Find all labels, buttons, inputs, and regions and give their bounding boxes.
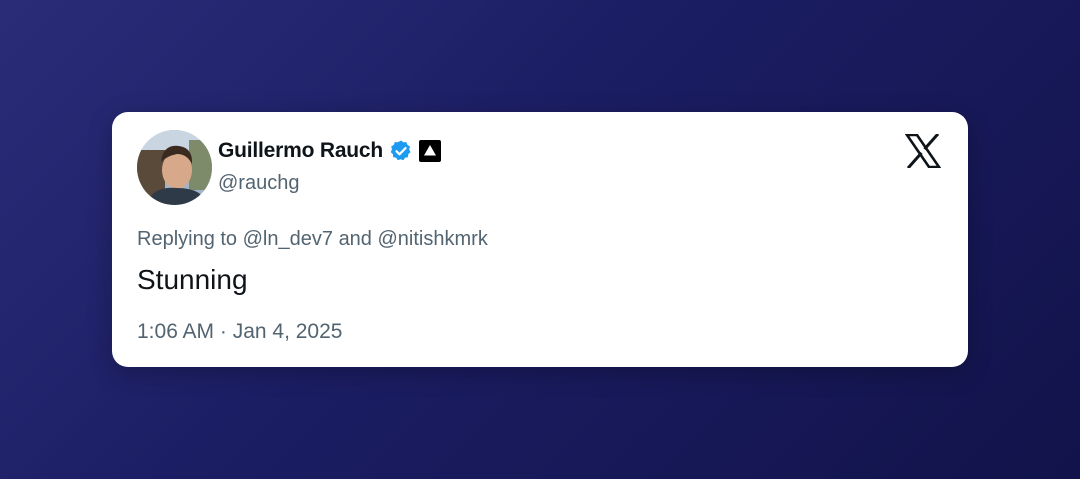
tweet-card: Guillermo Rauch @rauchg Replying to @ln_… <box>112 112 968 367</box>
author-name-row: Guillermo Rauch <box>218 138 442 164</box>
replying-connector: and <box>338 228 372 250</box>
x-logo-icon[interactable] <box>904 132 942 170</box>
mention-link-nitishkmrk[interactable]: @nitishkmrk <box>378 228 488 250</box>
replying-to-line: Replying to @ln_dev7 and @nitishkmrk <box>137 228 488 251</box>
vercel-triangle-icon[interactable] <box>419 140 442 162</box>
tweet-text: Stunning <box>137 264 248 295</box>
profile-photo-icon <box>137 130 212 205</box>
verified-badge-icon <box>389 139 413 163</box>
replying-prefix: Replying to <box>137 228 238 250</box>
avatar[interactable] <box>137 130 212 205</box>
tweet-timestamp[interactable]: 1:06 AM · Jan 4, 2025 <box>137 320 342 344</box>
author-display-name[interactable]: Guillermo Rauch <box>218 139 383 163</box>
author-handle[interactable]: @rauchg <box>218 172 299 195</box>
mention-link-ln-dev7[interactable]: @ln_dev7 <box>243 228 333 250</box>
